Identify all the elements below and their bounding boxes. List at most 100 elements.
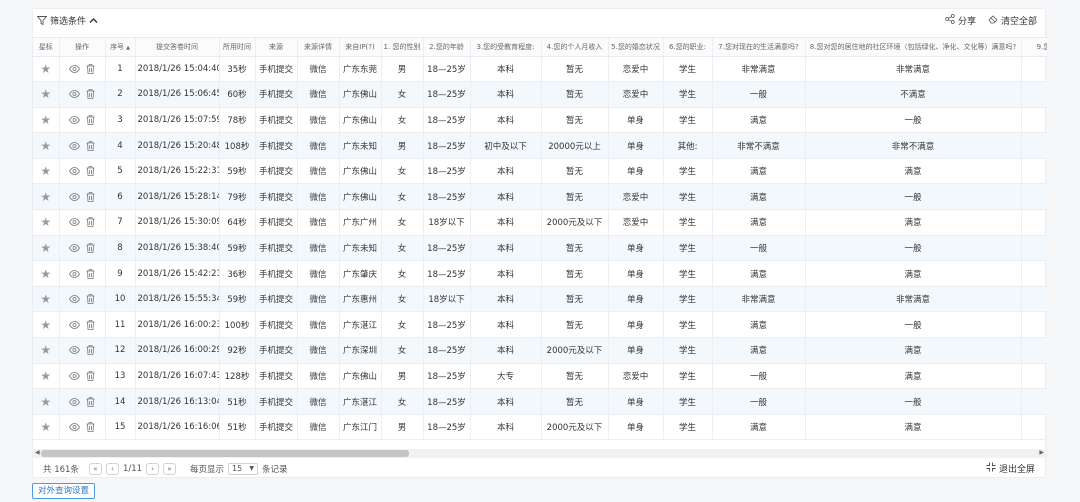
filter-toggle[interactable]: 筛选条件	[37, 14, 98, 27]
delete-icon[interactable]	[86, 115, 95, 125]
view-icon[interactable]	[69, 167, 80, 176]
delete-icon[interactable]	[86, 396, 95, 407]
view-icon[interactable]	[69, 116, 80, 124]
table-row[interactable]: ★ 13 2018/1/26 16:07:43 128秒 手机提交 微信 广东佛山男 18—2…	[33, 363, 1047, 390]
star-icon[interactable]: ★	[40, 215, 51, 229]
table-row[interactable]: ★ 6 2018/1/26 15:28:14 79秒 手机提交 微信 广东佛山女 18—25岁…	[33, 183, 1047, 211]
table-row[interactable]: ★ 8 2018/1/26 15:38:40 59秒 手机提交 微信 广东未知女 18—25岁…	[33, 235, 1047, 262]
view-icon[interactable]	[69, 141, 80, 150]
results-table-container[interactable]: 星标 操作 序号 ▲ 提交答卷时间 所用时间 来源 来源详情 来自IP(?) 1. 您的性别 2.您…	[33, 37, 1047, 449]
star-cell: ★	[33, 132, 60, 159]
horizontal-scrollbar[interactable]: ◀ ▶	[33, 449, 1047, 458]
column-header[interactable]: 2.您的年龄	[423, 38, 471, 57]
star-icon[interactable]: ★	[40, 292, 51, 306]
delete-icon[interactable]	[86, 243, 95, 253]
star-icon[interactable]: ★	[40, 369, 51, 383]
table-row[interactable]: ★ 12 2018/1/26 16:00:29 92秒 手机提交 微信 广东深圳女 18—25…	[33, 337, 1047, 364]
table-row[interactable]: ★ 2 2018/1/26 15:06:45 60秒 手机提交 微信 广东佛山女 18—25岁…	[33, 81, 1047, 108]
table-row[interactable]: ★ 15 2018/1/26 16:16:06 51秒 手机提交 微信 广东江门男 18—25…	[33, 414, 1047, 441]
table-cell: 手机提交	[255, 235, 298, 262]
column-header[interactable]: 序号 ▲	[105, 38, 136, 57]
scrollbar-thumb[interactable]	[41, 450, 409, 457]
column-header-label: 提交答卷时间	[156, 42, 198, 51]
delete-icon[interactable]	[86, 268, 95, 279]
star-icon[interactable]: ★	[40, 395, 51, 409]
first-page-button[interactable]: «	[88, 462, 102, 475]
table-row[interactable]: ★ 10 2018/1/26 15:55:34 59秒 手机提交 微信 广东惠州女 18岁以下…	[33, 286, 1047, 313]
column-header[interactable]: 6.您的职业:	[663, 38, 713, 57]
star-icon[interactable]: ★	[40, 267, 51, 281]
table-row[interactable]: ★ 7 2018/1/26 15:30:09 64秒 手机提交 微信 广东广州女 18岁以下本…	[33, 209, 1047, 236]
view-icon[interactable]	[69, 90, 80, 99]
column-header[interactable]: 提交答卷时间	[135, 38, 220, 57]
delete-icon[interactable]	[86, 217, 95, 228]
column-header[interactable]: 4.您的个人月收入	[541, 38, 609, 57]
view-icon[interactable]	[69, 372, 80, 380]
column-header[interactable]: 来源	[255, 38, 298, 57]
scroll-right-icon[interactable]: ▶	[1039, 449, 1044, 456]
star-icon[interactable]: ★	[40, 62, 51, 76]
delete-icon[interactable]	[86, 192, 95, 202]
external-query-settings-button[interactable]: 对外查询设置	[32, 483, 96, 499]
view-icon[interactable]	[69, 64, 80, 73]
table-cell: 20000元以上	[541, 132, 609, 159]
table-row[interactable]: ★ 9 2018/1/26 15:42:21 36秒 手机提交 微信 广东肇庆女 18—25岁…	[33, 260, 1047, 287]
view-icon[interactable]	[69, 244, 80, 252]
view-icon[interactable]	[69, 423, 80, 432]
star-icon[interactable]: ★	[40, 420, 51, 434]
star-icon[interactable]: ★	[40, 343, 51, 357]
view-icon[interactable]	[69, 346, 80, 355]
view-icon[interactable]	[69, 397, 80, 406]
table-cell: 手机提交	[255, 388, 298, 415]
prev-page-button[interactable]: ‹	[105, 462, 119, 475]
table-row[interactable]: ★ 4 2018/1/26 15:20:48 108秒 手机提交 微信 广东未知男 18—25…	[33, 132, 1047, 159]
star-icon[interactable]: ★	[40, 164, 51, 178]
delete-icon[interactable]	[86, 371, 95, 381]
view-icon[interactable]	[69, 269, 80, 278]
column-header[interactable]: 5.您的婚恋状况	[608, 38, 664, 57]
delete-icon[interactable]	[86, 64, 95, 74]
share-button[interactable]: 分享	[945, 14, 976, 27]
star-icon[interactable]: ★	[40, 113, 51, 127]
scroll-left-icon[interactable]: ◀	[35, 449, 40, 456]
view-icon[interactable]	[69, 295, 80, 304]
star-icon[interactable]: ★	[40, 241, 51, 255]
column-header[interactable]: 8.您对您的居住地的社区环境（包括绿化、净化、文化等）满意吗?	[805, 38, 1022, 57]
table-row[interactable]: ★ 3 2018/1/26 15:07:59 78秒 手机提交 微信 广东佛山女 18—25岁…	[33, 107, 1047, 134]
star-icon[interactable]: ★	[40, 318, 51, 332]
table-row[interactable]: ★ 5 2018/1/26 15:22:31 59秒 手机提交 微信 广东佛山女 18—25岁…	[33, 158, 1047, 185]
delete-icon[interactable]	[86, 345, 95, 356]
star-icon[interactable]: ★	[40, 190, 51, 204]
table-cell: 广东佛山	[339, 158, 382, 185]
actions-cell	[59, 183, 106, 211]
column-header[interactable]: 操作	[59, 38, 106, 57]
column-header[interactable]: 1. 您的性别	[381, 38, 424, 57]
column-header[interactable]: 来源详情	[297, 38, 340, 57]
column-header[interactable]: 7.您对现在的生活满意吗?	[712, 38, 806, 57]
next-page-button[interactable]: ›	[146, 462, 160, 475]
last-page-button[interactable]: »	[163, 462, 177, 475]
view-icon[interactable]	[69, 192, 80, 201]
view-icon[interactable]	[69, 218, 80, 227]
table-cell: 手机提交	[255, 414, 298, 441]
column-header[interactable]: 来自IP(?)	[339, 38, 382, 57]
column-header[interactable]: 所用时间	[219, 38, 256, 57]
delete-icon[interactable]	[86, 422, 95, 433]
view-icon[interactable]	[69, 320, 80, 329]
table-row[interactable]: ★ 1 2018/1/26 15:04:40 35秒 手机提交 微信 广东东莞男 18—25岁…	[33, 56, 1047, 83]
exit-fullscreen-button[interactable]: 退出全屏	[986, 462, 1035, 475]
per-page-select[interactable]: 15 ▼	[228, 462, 259, 475]
delete-icon[interactable]	[86, 294, 95, 305]
delete-icon[interactable]	[86, 320, 95, 330]
star-icon[interactable]: ★	[40, 87, 51, 101]
star-icon[interactable]: ★	[40, 139, 51, 153]
delete-icon[interactable]	[86, 140, 95, 151]
table-row[interactable]: ★ 11 2018/1/26 16:00:23 100秒 手机提交 微信 广东湛江女 18—2…	[33, 311, 1047, 339]
delete-icon[interactable]	[86, 89, 95, 100]
table-row[interactable]: ★ 14 2018/1/26 16:13:04 51秒 手机提交 微信 广东湛江女 18—25…	[33, 388, 1047, 415]
column-header[interactable]: 9.您对	[1021, 38, 1047, 57]
delete-icon[interactable]	[86, 166, 95, 177]
clear-all-button[interactable]: 清空全部	[988, 14, 1037, 27]
column-header[interactable]: 3.您的受教育程度:	[470, 38, 542, 57]
column-header[interactable]: 星标	[33, 38, 60, 57]
